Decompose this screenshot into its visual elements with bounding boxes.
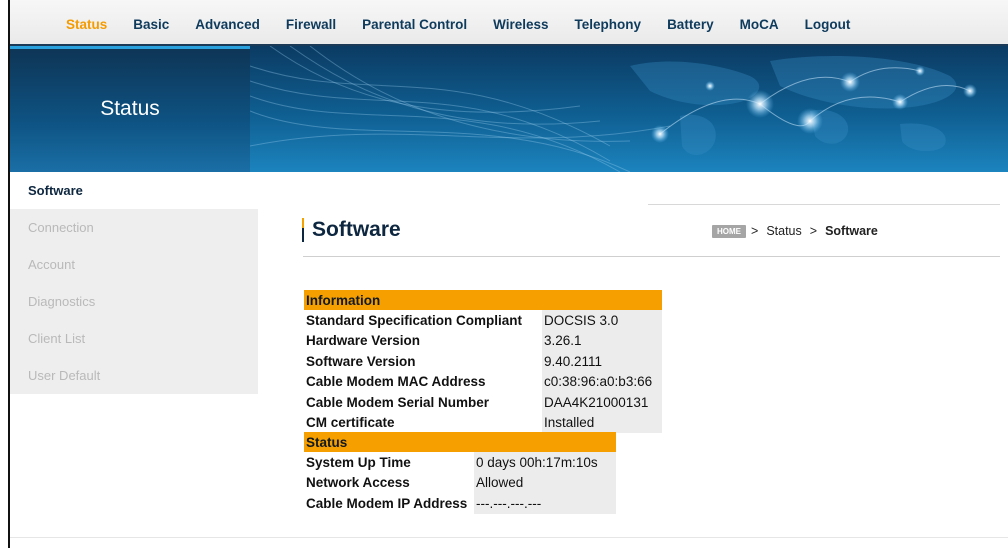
row-label: Cable Modem Serial Number bbox=[306, 394, 490, 410]
row-value: ---.---.---.--- bbox=[474, 493, 616, 514]
sidebar-item-client-list[interactable]: Client List bbox=[10, 320, 258, 357]
row-value: DAA4K21000131 bbox=[542, 392, 662, 413]
heading-accent-bar bbox=[302, 218, 304, 242]
nav-status[interactable]: Status bbox=[66, 17, 107, 32]
row-value: 9.40.2111 bbox=[542, 351, 662, 372]
table-header: Information bbox=[304, 290, 662, 310]
table-row: Network Access Allowed bbox=[304, 472, 616, 493]
table-row: Cable Modem MAC Address c0:38:96:a0:b3:6… bbox=[304, 371, 662, 392]
table-row: System Up Time 0 days 00h:17m:10s bbox=[304, 452, 616, 473]
divider-top bbox=[648, 204, 1000, 205]
sidebar-item-user-default[interactable]: User Default bbox=[10, 357, 258, 394]
row-value: c0:38:96:a0:b3:66 bbox=[542, 371, 662, 392]
information-header: Information bbox=[304, 290, 662, 310]
breadcrumb-separator: > bbox=[751, 224, 759, 238]
table-row: Hardware Version 3.26.1 bbox=[304, 330, 662, 351]
table-row: Cable Modem IP Address ---.---.---.--- bbox=[304, 493, 616, 514]
row-value: Allowed bbox=[474, 472, 616, 493]
sidebar-item-connection[interactable]: Connection bbox=[10, 209, 258, 246]
router-admin-page: Status Basic Advanced Firewall Parental … bbox=[8, 0, 1008, 548]
nav-battery[interactable]: Battery bbox=[667, 17, 714, 32]
row-label: Software Version bbox=[306, 353, 416, 369]
table-row: Cable Modem Serial Number DAA4K21000131 bbox=[304, 392, 662, 413]
nav-menu: Status Basic Advanced Firewall Parental … bbox=[66, 17, 876, 32]
page-heading: Software bbox=[302, 218, 401, 242]
sidebar: Software Connection Account Diagnostics … bbox=[10, 172, 258, 394]
breadcrumb-status[interactable]: Status bbox=[766, 224, 801, 238]
information-table: Information Standard Specification Compl… bbox=[304, 290, 662, 433]
breadcrumb-current: Software bbox=[825, 224, 878, 238]
status-header: Status bbox=[304, 432, 616, 452]
nav-wireless[interactable]: Wireless bbox=[493, 17, 548, 32]
row-label: Standard Specification Compliant bbox=[306, 312, 523, 328]
row-label: Hardware Version bbox=[306, 333, 421, 349]
world-map-graphic bbox=[250, 46, 977, 172]
row-value: Installed bbox=[542, 412, 662, 433]
breadcrumb: HOME > Status > Software bbox=[712, 224, 878, 238]
row-label: System Up Time bbox=[306, 454, 411, 470]
home-icon[interactable]: HOME bbox=[712, 224, 746, 238]
row-value: DOCSIS 3.0 bbox=[542, 310, 662, 331]
top-navigation: Status Basic Advanced Firewall Parental … bbox=[10, 0, 1008, 46]
table-row: Standard Specification Compliant DOCSIS … bbox=[304, 310, 662, 331]
row-label: Cable Modem MAC Address bbox=[306, 374, 486, 390]
table-row: Software Version 9.40.2111 bbox=[304, 351, 662, 372]
sidebar-item-software[interactable]: Software bbox=[10, 172, 258, 209]
nav-parental-control[interactable]: Parental Control bbox=[362, 17, 467, 32]
nav-telephony[interactable]: Telephony bbox=[575, 17, 642, 32]
sidebar-item-diagnostics[interactable]: Diagnostics bbox=[10, 283, 258, 320]
nav-advanced[interactable]: Advanced bbox=[195, 17, 260, 32]
row-value: 3.26.1 bbox=[542, 330, 662, 351]
banner-title: Status bbox=[100, 97, 160, 120]
table-header: Status bbox=[304, 432, 616, 452]
status-table: Status System Up Time 0 days 00h:17m:10s… bbox=[304, 432, 616, 514]
table-row: CM certificate Installed bbox=[304, 412, 662, 433]
row-label: Network Access bbox=[306, 475, 410, 491]
nav-basic[interactable]: Basic bbox=[133, 17, 169, 32]
footer-divider bbox=[10, 537, 1008, 538]
header-banner: Status bbox=[10, 46, 1008, 172]
row-value: 0 days 00h:17m:10s bbox=[474, 452, 616, 473]
banner-title-box: Status bbox=[10, 46, 250, 172]
divider-middle bbox=[303, 256, 1000, 257]
breadcrumb-separator: > bbox=[809, 224, 818, 238]
nav-moca[interactable]: MoCA bbox=[740, 17, 779, 32]
page-title: Software bbox=[312, 218, 401, 241]
nav-firewall[interactable]: Firewall bbox=[286, 17, 336, 32]
row-label: Cable Modem IP Address bbox=[306, 495, 468, 511]
row-label: CM certificate bbox=[306, 415, 395, 431]
nav-logout[interactable]: Logout bbox=[805, 17, 851, 32]
sidebar-item-account[interactable]: Account bbox=[10, 246, 258, 283]
